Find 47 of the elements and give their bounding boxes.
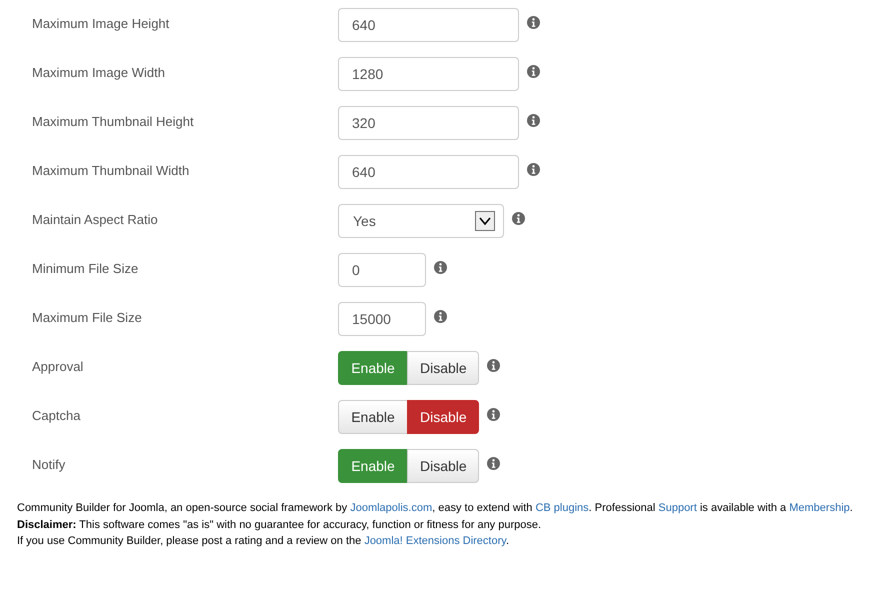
info-icon[interactable] [487, 457, 500, 470]
footer-link[interactable]: Membership [789, 502, 850, 514]
footer-link[interactable]: Joomla! Extensions Directory [364, 535, 506, 547]
caret-icon [475, 210, 495, 230]
footer-text: Community Builder for Joomla, an open-source social framework by [17, 502, 348, 514]
number-field[interactable]: 640 [338, 8, 519, 42]
number-field[interactable]: 1280 [338, 56, 519, 90]
number-field[interactable]: 640 [338, 154, 519, 188]
setting-label: Maximum Thumbnail Width [32, 163, 190, 178]
setting-label: Minimum File Size [32, 261, 140, 276]
footer-text: If you use Community Builder, please post a rating and a review on the [17, 535, 362, 547]
setting-label: Maintain Aspect Ratio [32, 212, 159, 227]
toggle-option[interactable]: Enable [338, 400, 408, 434]
toggle-option[interactable]: Disable [407, 350, 479, 384]
footer-link[interactable]: Support [658, 502, 697, 514]
info-icon[interactable] [487, 359, 500, 372]
setting-label: Approval [32, 359, 84, 374]
setting-label: Maximum Image Height [32, 16, 170, 31]
setting-label: Maximum Thumbnail Height [32, 114, 195, 129]
info-icon[interactable] [434, 310, 447, 323]
footer-text: . Professional [588, 502, 656, 514]
footer-text: Disclaimer: This software comes "as is" with no guarantee for accuracy, function or fitness for any purpose. [17, 518, 542, 530]
info-icon[interactable] [527, 163, 540, 176]
footer-text: . [850, 502, 853, 514]
footer-link[interactable]: Joomlapolis.com [350, 502, 432, 514]
setting-label: Maximum Image Width [32, 65, 166, 80]
setting-label: Notify [32, 457, 66, 472]
number-field[interactable]: 320 [338, 106, 519, 140]
toggle-option[interactable]: Disable [407, 448, 479, 482]
info-icon[interactable] [487, 408, 500, 421]
toggle-option[interactable]: Disable [407, 400, 479, 434]
info-icon[interactable] [527, 16, 540, 29]
info-icon[interactable] [434, 261, 447, 274]
info-icon[interactable] [512, 212, 525, 225]
toggle-option[interactable]: Enable [338, 350, 408, 384]
number-field[interactable]: 15000 [338, 302, 426, 336]
info-icon[interactable] [527, 65, 540, 78]
footer-text: . [506, 535, 509, 547]
footer-text: is available with a [698, 502, 788, 514]
setting-label: Maximum File Size [32, 310, 143, 325]
footer-text: , easy to extend with [432, 502, 534, 514]
toggle-option[interactable]: Enable [338, 448, 408, 482]
select-field[interactable]: Yes [338, 204, 504, 238]
info-icon[interactable] [527, 114, 540, 127]
setting-label: Captcha [32, 408, 82, 423]
number-field[interactable]: 0 [338, 252, 426, 286]
footer-link[interactable]: CB plugins [535, 502, 589, 514]
